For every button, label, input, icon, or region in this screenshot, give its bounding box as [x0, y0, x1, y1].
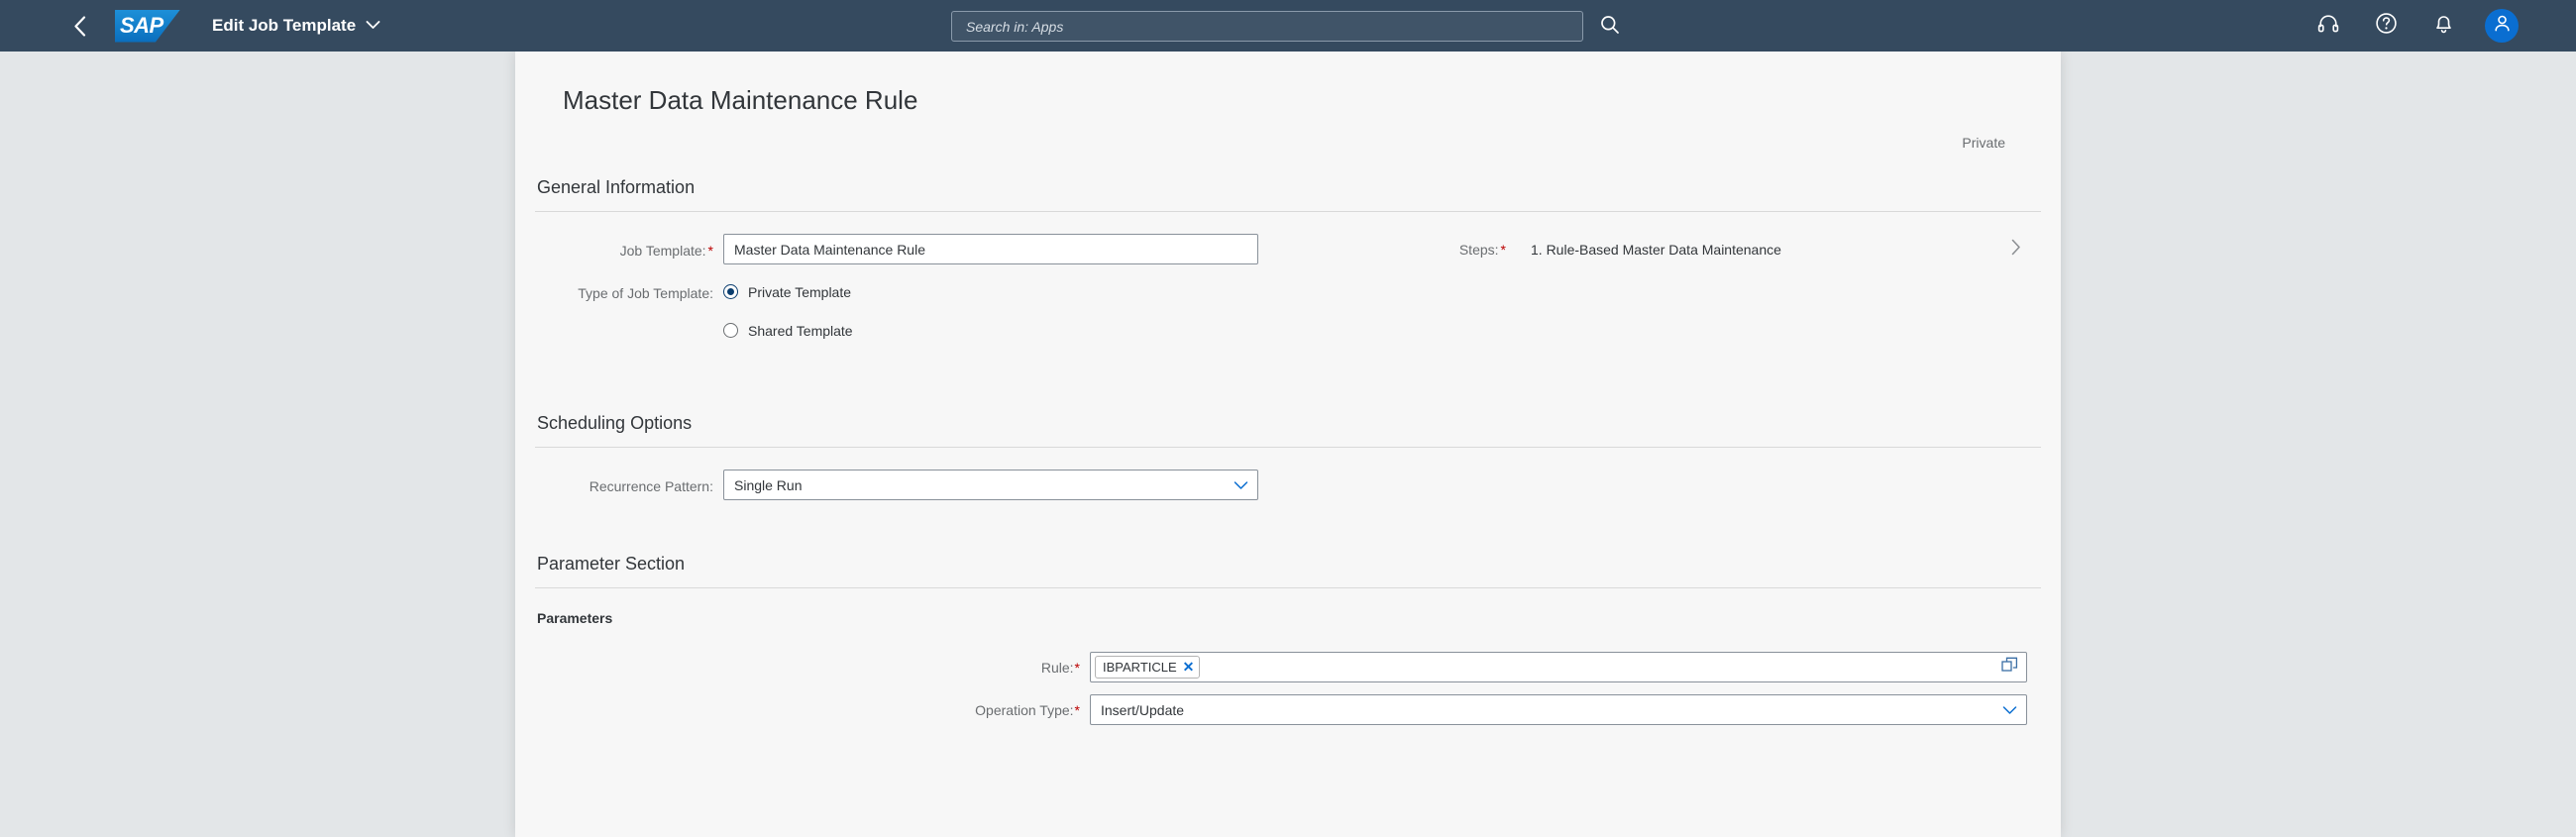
section-title-general-information: General Information: [537, 177, 696, 198]
page-title: Master Data Maintenance Rule: [563, 85, 918, 115]
back-button[interactable]: [57, 6, 101, 46]
help-question-icon: [2375, 12, 2398, 40]
subsection-title-parameters: Parameters: [537, 610, 613, 627]
object-page: Master Data Maintenance Rule Private Gen…: [515, 52, 2061, 837]
operation-type-value: Insert/Update: [1101, 701, 1185, 718]
operation-type-select[interactable]: Insert/Update: [1090, 694, 2027, 726]
notifications-button[interactable]: [2427, 10, 2459, 42]
field-job-template: Job Template: *: [535, 234, 1407, 265]
sap-logo[interactable]: SAP: [115, 9, 180, 43]
shell-bar-actions: [2312, 0, 2519, 52]
job-template-input[interactable]: [723, 234, 1258, 265]
search-button[interactable]: [1595, 12, 1625, 42]
status-badge: Private: [1962, 135, 2005, 151]
chevron-down-icon: [366, 17, 380, 35]
section-parameter-section: Parameter Section Parameters Rule:* IBPA…: [515, 554, 2061, 726]
section-general-information: General Information Job Template: * Mast…: [515, 177, 2061, 358]
shell-title-text: Edit Job Template: [212, 16, 357, 35]
field-rule: Rule:* IBPARTICLE ✕: [535, 652, 2041, 683]
chevron-left-icon: [73, 15, 86, 37]
rule-token-text: IBPARTICLE: [1103, 660, 1177, 676]
required-asterisk: *: [707, 243, 713, 260]
value-help-icon: [2001, 657, 2018, 679]
radio-shared-template-label: Shared Template: [748, 322, 853, 339]
page-canvas: Master Data Maintenance Rule Private Gen…: [0, 52, 2576, 837]
recurrence-pattern-select[interactable]: Single Run: [723, 470, 1258, 501]
job-template-label: Job Template: *: [619, 243, 713, 260]
shell-bar: SAP Edit Job Template: [0, 0, 2576, 52]
rule-multi-input[interactable]: IBPARTICLE ✕: [1090, 652, 2027, 683]
section-title-scheduling-options: Scheduling Options: [537, 413, 693, 434]
field-operation-type: Operation Type:* Insert/Update: [535, 694, 2041, 726]
section-title-parameter-section: Parameter Section: [537, 554, 686, 575]
notification-bell-icon: [2433, 12, 2454, 40]
shell-title-menu[interactable]: Edit Job Template: [212, 16, 380, 36]
radio-private-template[interactable]: Private Template: [723, 276, 1407, 307]
radio-unselected-icon: [723, 323, 738, 339]
required-asterisk: *: [1074, 701, 1080, 718]
object-page-header: Master Data Maintenance Rule Private: [515, 52, 2061, 151]
steps-value: 1. Rule-Based Master Data Maintenance: [1531, 241, 1781, 258]
support-headset-icon: [2317, 13, 2339, 40]
shell-search-field[interactable]: [951, 11, 1583, 42]
chevron-right-icon: [2011, 239, 2021, 261]
steps-label: Steps: *: [1458, 241, 1506, 258]
chevron-down-icon: [1234, 477, 1248, 493]
radio-shared-template[interactable]: Shared Template: [723, 315, 1407, 346]
chevron-down-icon: [2002, 702, 2017, 718]
person-icon: [2493, 14, 2512, 38]
rule-value-help-button[interactable]: [2001, 657, 2018, 679]
rule-label: Rule:*: [1040, 659, 1080, 676]
sap-logo-text: SAP: [120, 13, 163, 38]
recurrence-pattern-label: Recurrence Pattern:: [589, 478, 713, 495]
field-type-of-job-template: Type of Job Template: Private Template S…: [535, 276, 1407, 346]
user-avatar[interactable]: [2485, 9, 2519, 43]
search-input[interactable]: [964, 17, 1570, 36]
radio-selected-icon: [723, 284, 738, 300]
field-steps[interactable]: Steps: * 1. Rule-Based Master Data Mainte…: [1407, 234, 2021, 264]
steps-navigate-button[interactable]: [1991, 239, 2021, 261]
radio-private-template-label: Private Template: [748, 283, 852, 300]
recurrence-pattern-value: Single Run: [734, 476, 803, 493]
section-scheduling-options: Scheduling Options Recurrence Pattern: S…: [515, 413, 2061, 501]
type-of-job-template-label: Type of Job Template:: [578, 285, 713, 302]
required-asterisk: *: [1074, 659, 1080, 676]
help-button[interactable]: [2370, 10, 2402, 42]
rule-token[interactable]: IBPARTICLE ✕: [1095, 656, 1201, 680]
support-button[interactable]: [2312, 10, 2344, 42]
required-asterisk: *: [1500, 241, 1506, 258]
operation-type-label: Operation Type:*: [975, 701, 1080, 718]
search-icon: [1600, 15, 1620, 40]
field-recurrence-pattern: Recurrence Pattern: Single Run: [535, 470, 2041, 501]
close-x-icon[interactable]: ✕: [1183, 659, 1195, 676]
